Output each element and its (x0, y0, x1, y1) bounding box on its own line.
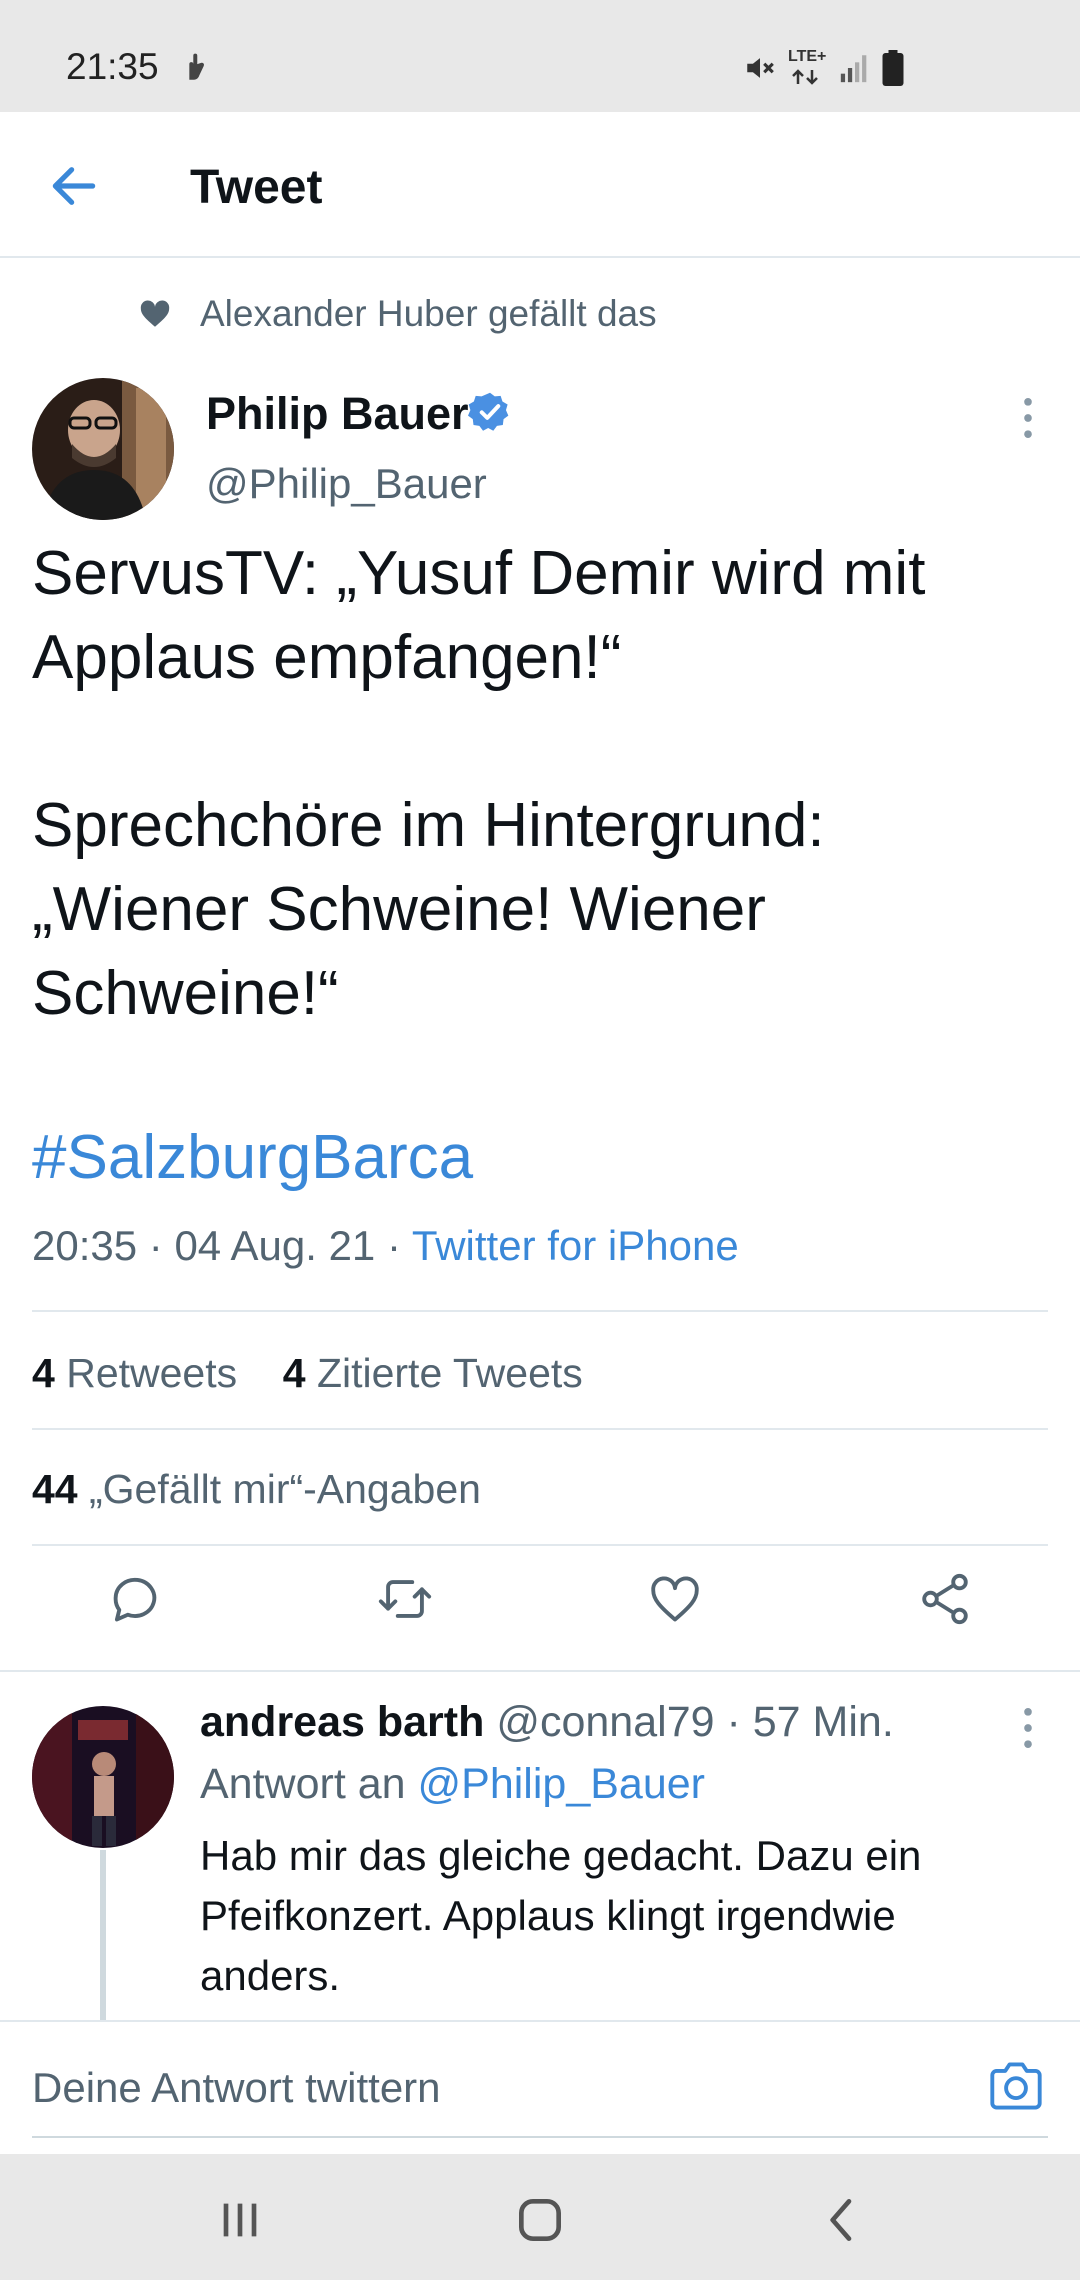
compose-underline (32, 2136, 1048, 2138)
meta-separator: · (375, 1222, 412, 1269)
meta-separator: · (137, 1222, 175, 1269)
compose-divider (0, 2020, 1080, 2022)
share-icon[interactable] (916, 1570, 974, 1628)
battery-icon (882, 50, 904, 86)
verified-badge-icon (468, 392, 509, 431)
reply-header: andreas barth @connal79 · 57 Min. (200, 1698, 894, 1747)
page-title: Tweet (190, 161, 323, 214)
reply-icon[interactable] (106, 1570, 164, 1628)
reply-text-line: Hab mir das gleiche gedacht. Dazu ein (200, 1832, 922, 1879)
more-options-icon[interactable] (1010, 396, 1046, 440)
signal-icon (840, 55, 867, 83)
quotes-count: 4 (282, 1350, 306, 1396)
social-context-text: Alexander Huber gefällt das (200, 293, 657, 334)
retweet-icon[interactable] (376, 1570, 434, 1628)
data-arrows-icon (792, 69, 818, 85)
reply-compose-input[interactable]: Deine Antwort twittern (32, 2064, 441, 2112)
home-icon[interactable] (512, 2192, 568, 2248)
stats-row-likes[interactable]: 44 „Gefällt mir“-Angaben (32, 1466, 481, 1513)
tweet-text: ServusTV: „Yusuf Demir wird mit Applaus … (32, 532, 1052, 1036)
tweet-text-line: „Wiener Schweine! Wiener (32, 875, 766, 944)
divider (32, 1544, 1048, 1546)
reply-text-line: anders. (200, 1952, 341, 1999)
tweet-text-line: Sprechchöre im Hintergrund: (32, 791, 825, 860)
author-avatar-image (32, 378, 174, 520)
reply-to: Antwort an @Philip_Bauer (200, 1760, 705, 1809)
hand-icon (189, 53, 205, 80)
tweet-text-line (32, 700, 1052, 784)
quotes-stat[interactable]: 4 Zitierte Tweets (283, 1350, 583, 1396)
social-context: Alexander Huber gefällt das (138, 292, 657, 336)
reply-to-label: Antwort an (200, 1760, 418, 1808)
reply-text-line: Pfeifkonzert. Applaus klingt irgendwie (200, 1892, 896, 1939)
divider (32, 1310, 1048, 1312)
hashtag-link[interactable]: #SalzburgBarca (32, 1122, 473, 1193)
back-icon[interactable] (814, 2192, 870, 2248)
reply-author-name[interactable]: andreas barth (200, 1698, 484, 1746)
more-options-icon[interactable] (1010, 1706, 1046, 1750)
thread-line (100, 1850, 106, 2022)
tweet-source-link[interactable]: Twitter for iPhone (412, 1222, 739, 1269)
tweet-date: 04 Aug. 21 (174, 1222, 376, 1269)
retweets-stat[interactable]: 4 Retweets (32, 1350, 237, 1396)
tweet-text-line: Schweine!“ (32, 959, 339, 1028)
reply-author-avatar[interactable] (32, 1706, 174, 1848)
tweet-meta: 20:35 · 04 Aug. 21 · Twitter for iPhone (32, 1222, 739, 1270)
network-indicator: LTE+ (788, 48, 828, 88)
section-divider (0, 1670, 1080, 1672)
reply-avatar-image (32, 1706, 174, 1848)
author-avatar[interactable] (32, 378, 174, 520)
status-icons: LTE+ (742, 48, 904, 88)
reply-author-handle[interactable]: @connal79 (496, 1698, 714, 1746)
retweets-label: Retweets (66, 1350, 238, 1396)
tweet-text-line: ServusTV: „Yusuf Demir wird mit (32, 539, 926, 608)
like-icon[interactable] (646, 1570, 704, 1628)
tweet-actions (0, 1570, 1080, 1640)
app-header: Tweet (0, 112, 1080, 258)
network-label: LTE+ (788, 48, 827, 65)
status-bar: 21:35 LTE+ (0, 0, 1080, 112)
tweet-time: 20:35 (32, 1222, 138, 1269)
meta-separator: · (714, 1698, 753, 1746)
system-nav-bar (0, 2154, 1080, 2280)
likes-label: „Gefällt mir“-Angaben (89, 1466, 481, 1512)
reply-time: 57 Min. (752, 1698, 894, 1746)
status-time: 21:35 (66, 46, 159, 87)
camera-icon[interactable] (988, 2060, 1044, 2112)
arrow-left-icon[interactable] (46, 158, 102, 214)
stats-row-retweets: 4 Retweets 4 Zitierte Tweets (32, 1350, 583, 1397)
heart-filled-icon (140, 300, 170, 327)
tweet-text-line: Applaus empfangen!“ (32, 623, 622, 692)
quotes-label: Zitierte Tweets (316, 1350, 583, 1396)
reply-text: Hab mir das gleiche gedacht. Dazu ein Pf… (200, 1826, 1050, 2006)
author-name[interactable]: Philip Bauer (206, 388, 469, 440)
author-handle[interactable]: @Philip_Bauer (206, 460, 487, 508)
retweets-count: 4 (32, 1350, 55, 1396)
divider (32, 1428, 1048, 1430)
recent-apps-icon[interactable] (212, 2192, 268, 2248)
mute-icon (747, 58, 774, 78)
reply-to-handle[interactable]: @Philip_Bauer (418, 1760, 705, 1808)
likes-count: 44 (32, 1466, 78, 1512)
